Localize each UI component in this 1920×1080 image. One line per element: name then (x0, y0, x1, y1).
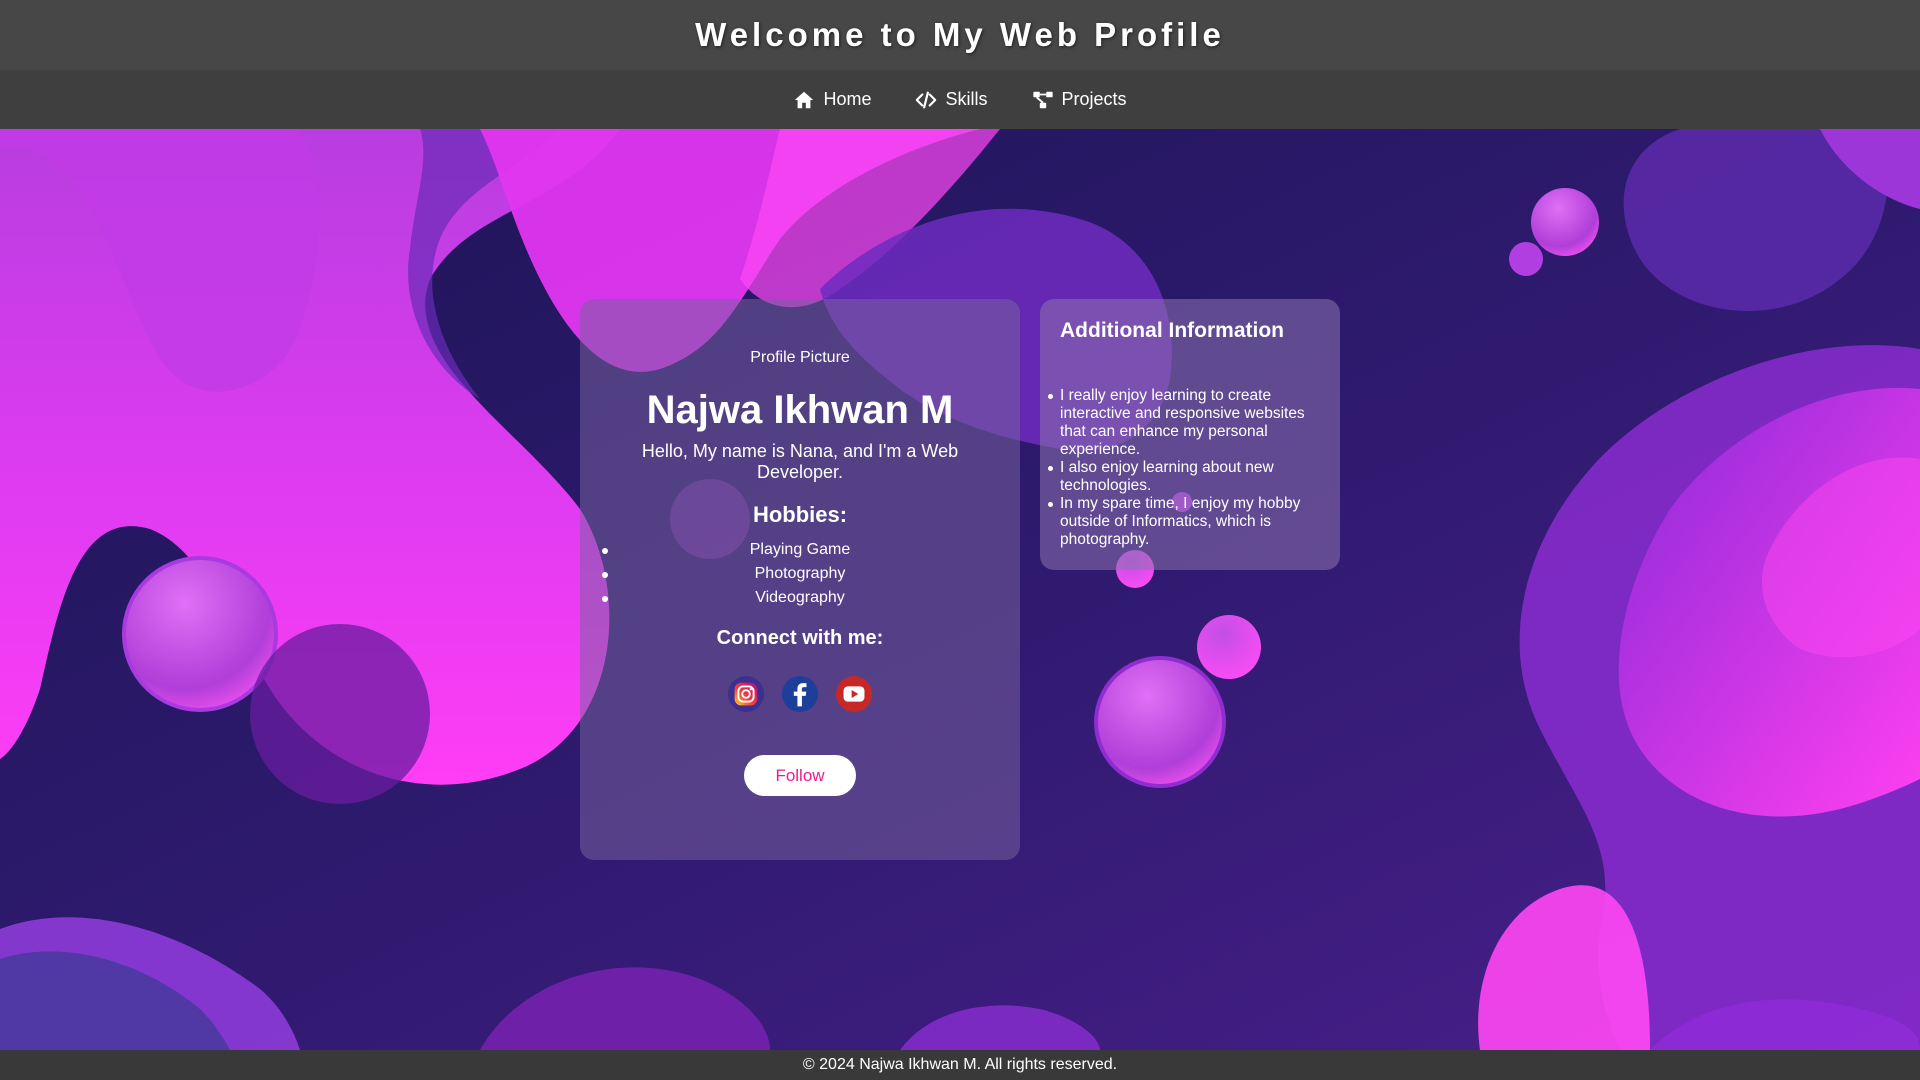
connect-title: Connect with me: (716, 627, 884, 649)
facebook-icon (781, 675, 819, 713)
instagram-link[interactable] (727, 675, 765, 713)
list-item: Photography (580, 562, 1020, 586)
nav-item-home[interactable]: Home (793, 89, 871, 111)
additional-info-card: Additional Information I really enjoy le… (1040, 299, 1340, 570)
youtube-link[interactable] (835, 675, 873, 713)
background-scene: Profile Picture Najwa Ikhwan M Hello, My… (0, 129, 1920, 1050)
site-footer: © 2024 Najwa Ikhwan M. All rights reserv… (0, 1050, 1920, 1080)
nav-list: Home Skills Projects (771, 89, 1148, 111)
main-nav: Home Skills Projects (0, 70, 1920, 129)
youtube-icon (835, 675, 873, 713)
copyright-text: © 2024 Najwa Ikhwan M. All rights reserv… (802, 1056, 1118, 1073)
list-item: I really enjoy learning to create intera… (1048, 387, 1320, 459)
info-list: I really enjoy learning to create intera… (1048, 387, 1320, 549)
home-icon (793, 89, 815, 111)
hobbies-list: Playing Game Photography Videography (580, 538, 1020, 610)
page-title: Welcome to My Web Profile (695, 16, 1225, 53)
code-icon (915, 89, 937, 111)
profile-name: Najwa Ikhwan M (646, 388, 954, 432)
list-item: I also enjoy learning about new technolo… (1048, 459, 1320, 495)
list-item: Videography (580, 586, 1020, 610)
social-links (580, 675, 1020, 713)
list-item: Playing Game (580, 538, 1020, 562)
project-diagram-icon (1032, 89, 1054, 111)
nav-item-projects[interactable]: Projects (1032, 89, 1127, 111)
facebook-link[interactable] (781, 675, 819, 713)
nav-item-label: Home (823, 89, 872, 109)
list-item: In my spare time, I enjoy my hobby outsi… (1048, 495, 1320, 549)
profile-picture-alt: Profile Picture (750, 349, 850, 366)
follow-button[interactable]: Follow (744, 755, 856, 796)
instagram-icon (727, 675, 765, 713)
site-header: Welcome to My Web Profile (0, 0, 1920, 70)
nav-item-label: Projects (1061, 89, 1127, 109)
hobbies-title: Hobbies: (752, 502, 848, 527)
profile-intro: Hello, My name is Nana, and I'm a Web De… (641, 441, 959, 482)
info-title: Additional Information (1060, 319, 1284, 342)
profile-card: Profile Picture Najwa Ikhwan M Hello, My… (580, 299, 1020, 860)
nav-item-skills[interactable]: Skills (915, 89, 988, 111)
nav-item-label: Skills (945, 89, 988, 109)
